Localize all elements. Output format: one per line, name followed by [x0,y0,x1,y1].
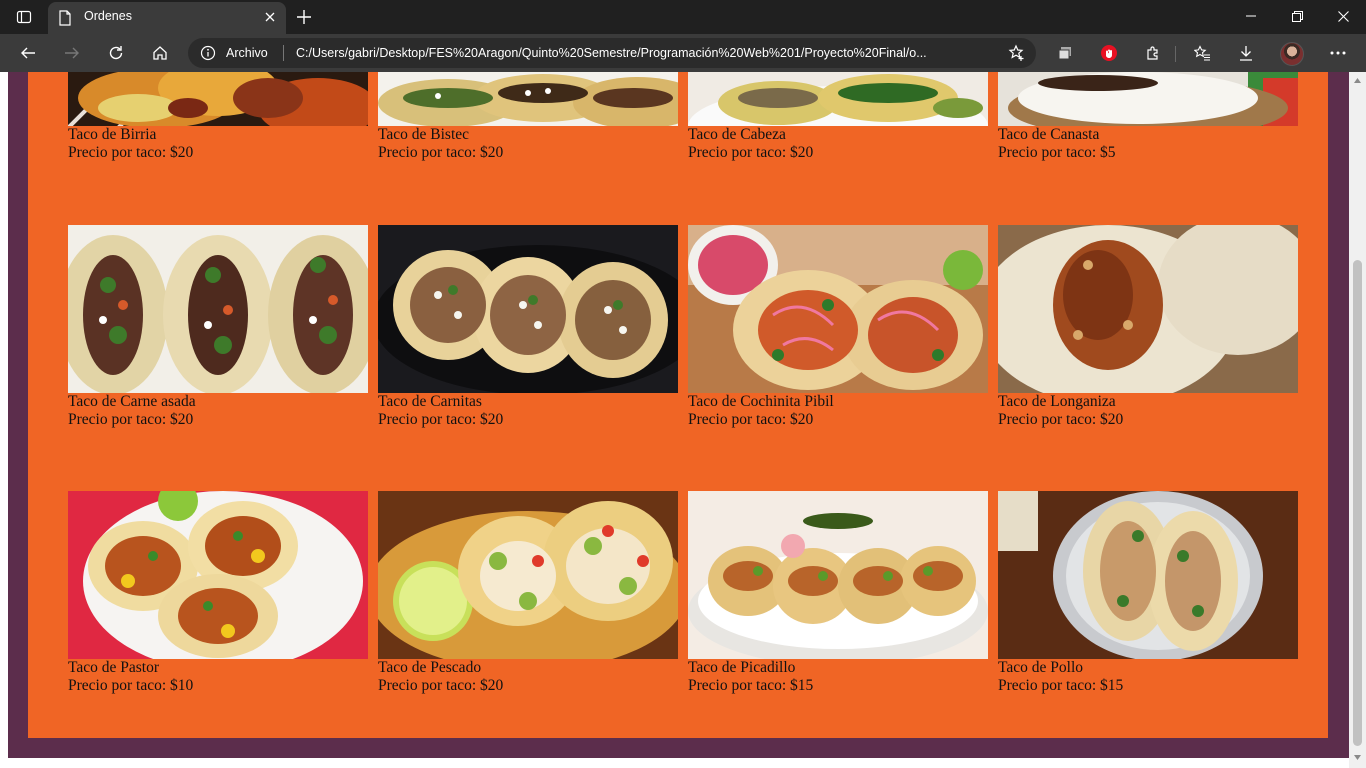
more-options-icon[interactable] [1323,38,1353,68]
menu-card-cabeza[interactable]: Taco de Cabeza Precio por taco: $20 [688,72,988,162]
taco-name: Taco de Cabeza [688,126,786,143]
collections-icon[interactable] [1050,38,1080,68]
tab-actions-icon[interactable] [8,5,40,29]
taco-name: Taco de Cochinita Pibil [688,393,834,410]
close-window-icon[interactable] [1320,0,1366,32]
taco-price: Precio por taco: $20 [688,411,814,428]
taco-picadillo-image [688,491,988,659]
info-icon[interactable] [200,45,216,61]
extension-stop-icon[interactable] [1094,38,1124,68]
url-text[interactable]: C:/Users/gabri/Desktop/FES%20Aragon/Quin… [296,46,986,60]
taco-name: Taco de Carne asada [68,393,196,410]
restore-icon[interactable] [1274,0,1320,32]
tab-strip: Ordenes [0,0,1366,34]
taco-pastor-image [68,491,368,659]
toolbar-divider [1175,46,1176,62]
back-icon[interactable] [13,38,43,68]
extensions-icon[interactable] [1138,38,1168,68]
taco-name: Taco de Birria [68,126,157,143]
taco-carne-asada-image [68,225,368,393]
scroll-down-arrow-icon[interactable] [1349,749,1366,766]
menu-card-cochinita[interactable]: Taco de Cochinita Pibil Precio por taco:… [688,225,988,429]
forward-icon[interactable] [57,38,87,68]
browser-toolbar: Archivo C:/Users/gabri/Desktop/FES%20Ara… [0,34,1366,72]
close-tab-icon[interactable] [262,9,278,25]
menu-card-longaniza[interactable]: Taco de Longaniza Precio por taco: $20 [998,225,1298,429]
page-viewport: Taco de Birria Precio por taco: $20 Taco… [0,72,1349,768]
menu-card-pollo[interactable]: Taco de Pollo Precio por taco: $15 [998,491,1298,695]
taco-name: Taco de Picadillo [688,659,796,676]
taco-pescado-image [378,491,678,659]
taco-bistec-image [378,72,678,126]
taco-price: Precio por taco: $20 [378,411,504,428]
taco-name: Taco de Pollo [998,659,1084,676]
taco-birria-image [68,72,368,126]
taco-cabeza-image [688,72,988,126]
taco-name: Taco de Pescado [378,659,482,676]
document-icon [58,10,72,26]
omnibox-separator [283,45,284,61]
menu-card-carne-asada[interactable]: Taco de Carne asada Precio por taco: $20 [68,225,368,429]
taco-price: Precio por taco: $15 [998,677,1124,694]
taco-price: Precio por taco: $20 [378,677,504,694]
taco-price: Precio por taco: $20 [68,411,194,428]
new-tab-icon[interactable] [292,5,316,29]
taco-canasta-image [998,72,1298,126]
taco-price: Precio por taco: $5 [998,144,1116,161]
page-bottom-edge [0,758,1349,768]
taco-price: Precio por taco: $15 [688,677,814,694]
scrollbar-thumb[interactable] [1353,260,1362,746]
home-icon[interactable] [145,38,175,68]
taco-price: Precio por taco: $10 [68,677,194,694]
favorites-icon[interactable] [1187,38,1217,68]
taco-price: Precio por taco: $20 [998,411,1124,428]
taco-carnitas-image [378,225,678,393]
page-left-edge [0,72,8,768]
file-scheme-label: Archivo [226,46,268,60]
active-tab[interactable]: Ordenes [48,2,286,34]
taco-price: Precio por taco: $20 [68,144,194,161]
taco-name: Taco de Longaniza [998,393,1116,410]
taco-name: Taco de Bistec [378,126,470,143]
menu-card-carnitas[interactable]: Taco de Carnitas Precio por taco: $20 [378,225,678,429]
menu-card-canasta[interactable]: Taco de Canasta Precio por taco: $5 [998,72,1298,162]
menu-card-bistec[interactable]: Taco de Bistec Precio por taco: $20 [378,72,678,162]
menu-card-birria[interactable]: Taco de Birria Precio por taco: $20 [68,72,368,162]
downloads-icon[interactable] [1231,38,1261,68]
menu-card-picadillo[interactable]: Taco de Picadillo Precio por taco: $15 [688,491,988,695]
refresh-icon[interactable] [101,38,131,68]
taco-name: Taco de Carnitas [378,393,482,410]
tab-title: Ordenes [84,9,132,23]
taco-cochinita-image [688,225,988,393]
menu-card-pastor[interactable]: Taco de Pastor Precio por taco: $10 [68,491,368,695]
taco-pollo-image [998,491,1298,659]
minimize-icon[interactable] [1228,0,1274,32]
taco-longaniza-image [998,225,1298,393]
profile-avatar[interactable] [1280,42,1304,66]
add-favorite-icon[interactable] [1008,44,1026,62]
taco-name: Taco de Canasta [998,126,1100,143]
vertical-scrollbar[interactable] [1349,72,1366,768]
taco-price: Precio por taco: $20 [688,144,814,161]
scroll-up-arrow-icon[interactable] [1349,72,1366,89]
taco-price: Precio por taco: $20 [378,144,504,161]
address-bar[interactable]: Archivo C:/Users/gabri/Desktop/FES%20Ara… [188,38,1036,68]
taco-name: Taco de Pastor [68,659,160,676]
menu-panel: Taco de Birria Precio por taco: $20 Taco… [28,72,1328,738]
menu-card-pescado[interactable]: Taco de Pescado Precio por taco: $20 [378,491,678,695]
